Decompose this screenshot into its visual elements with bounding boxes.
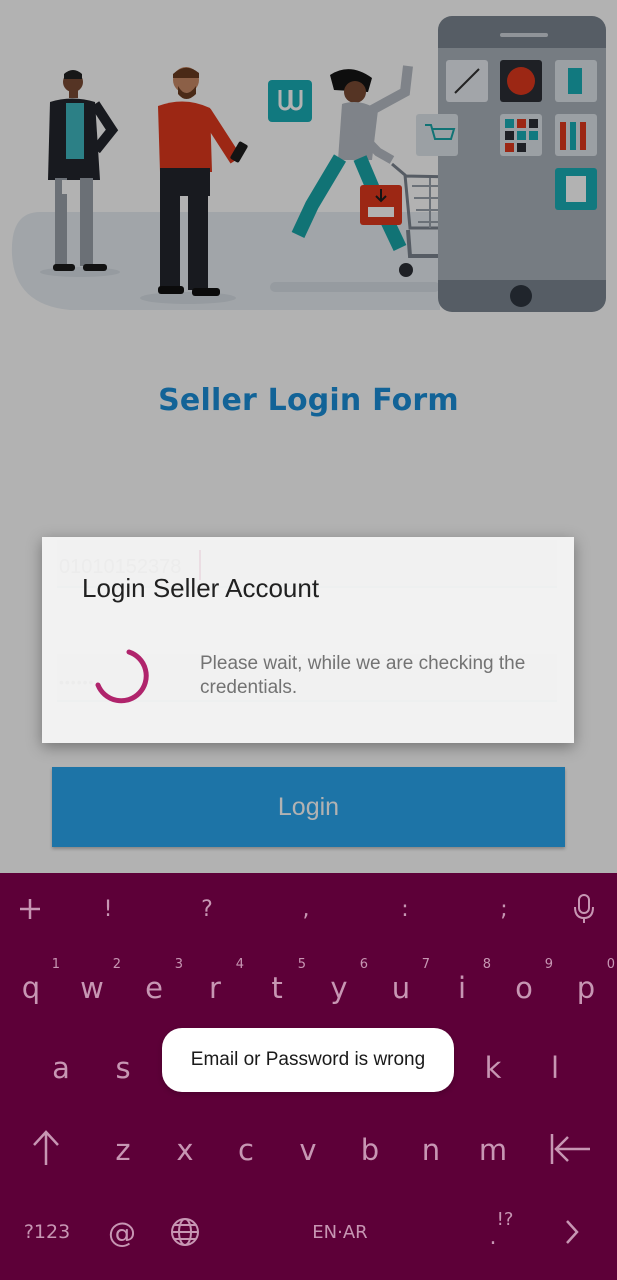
key-question[interactable]: ?: [192, 897, 222, 922]
key-at[interactable]: @: [107, 1216, 137, 1249]
key-l[interactable]: l: [540, 1051, 570, 1085]
key-y-label: y: [330, 971, 348, 1005]
key-m[interactable]: m: [478, 1133, 508, 1167]
key-comma[interactable]: ,: [291, 897, 321, 922]
key-t-label: t: [271, 971, 283, 1005]
key-z[interactable]: z: [108, 1133, 138, 1167]
key-s[interactable]: s: [108, 1051, 138, 1085]
key-o[interactable]: o9: [509, 957, 553, 1005]
key-p[interactable]: p0: [571, 957, 615, 1005]
key-semicolon[interactable]: ;: [489, 897, 519, 922]
dialog-message: Please wait, while we are checking the c…: [200, 653, 526, 698]
backspace-icon[interactable]: [548, 1131, 592, 1167]
key-t[interactable]: t5: [262, 957, 306, 1005]
key-q[interactable]: q1: [16, 957, 60, 1005]
key-o-label: o: [515, 971, 533, 1005]
key-b[interactable]: b: [355, 1133, 385, 1167]
key-a[interactable]: a: [46, 1051, 76, 1085]
key-o-hint: 9: [544, 957, 553, 972]
mic-icon[interactable]: [572, 893, 596, 925]
key-y[interactable]: y6: [324, 957, 368, 1005]
key-q-hint: 1: [51, 957, 60, 972]
key-v[interactable]: v: [293, 1133, 323, 1167]
progress-dialog: Login Seller Account Please wait, while …: [42, 537, 574, 743]
plus-icon[interactable]: [18, 897, 42, 921]
shift-icon[interactable]: [30, 1129, 62, 1167]
key-e-hint: 3: [174, 957, 183, 972]
key-n[interactable]: n: [416, 1133, 446, 1167]
key-exclaim[interactable]: !: [93, 897, 123, 922]
error-toast: Email or Password is wrong: [162, 1028, 454, 1092]
key-w[interactable]: w2: [77, 957, 121, 1005]
key-u-hint: 7: [421, 957, 430, 972]
spacebar[interactable]: EN·AR: [300, 1222, 380, 1243]
key-i-label: i: [457, 971, 467, 1005]
dialog-title: Login Seller Account: [82, 573, 320, 603]
key-r[interactable]: r4: [200, 957, 244, 1005]
key-e[interactable]: e3: [139, 957, 183, 1005]
key-w-label: w: [80, 971, 104, 1005]
key-c[interactable]: c: [231, 1133, 261, 1167]
key-symbols[interactable]: ?123: [22, 1221, 72, 1243]
loading-spinner-icon: [95, 649, 149, 704]
key-p-label: p: [576, 971, 596, 1005]
key-y-hint: 6: [359, 957, 368, 972]
key-p-hint: 0: [606, 957, 615, 972]
key-i-hint: 8: [482, 957, 491, 972]
key-punct-bottom[interactable]: .: [478, 1225, 508, 1250]
key-w-hint: 2: [112, 957, 121, 972]
key-t-hint: 5: [297, 957, 306, 972]
chevron-right-icon[interactable]: [562, 1218, 582, 1246]
key-u[interactable]: u7: [386, 957, 430, 1005]
key-k[interactable]: k: [478, 1051, 508, 1085]
key-e-label: e: [145, 971, 163, 1005]
key-r-label: r: [209, 971, 221, 1005]
key-i[interactable]: i8: [447, 957, 491, 1005]
key-q-label: q: [21, 971, 41, 1005]
key-x[interactable]: x: [170, 1133, 200, 1167]
key-u-label: u: [391, 971, 411, 1005]
globe-icon[interactable]: [169, 1216, 201, 1248]
key-r-hint: 4: [235, 957, 244, 972]
key-colon[interactable]: :: [390, 897, 420, 922]
